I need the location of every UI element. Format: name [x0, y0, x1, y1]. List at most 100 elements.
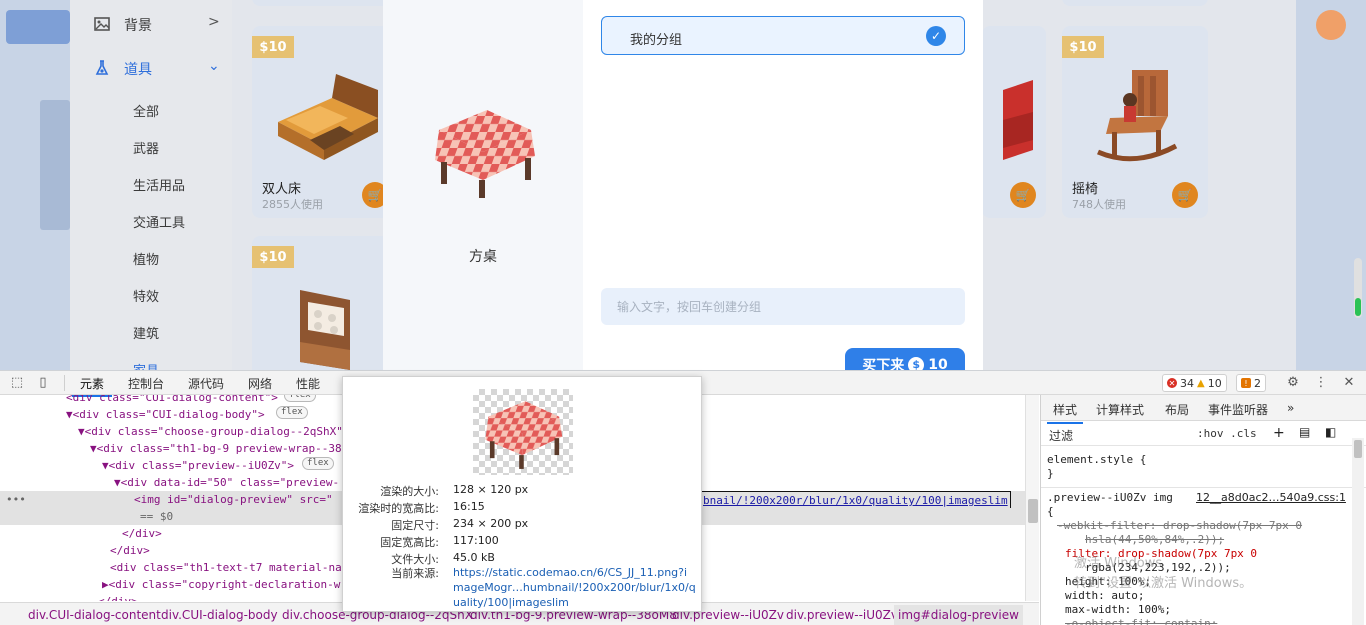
armchair-image: [1003, 80, 1033, 160]
choose-group-dialog: 方桌 我的分组 ✓ 买下来 $ 10: [383, 0, 983, 370]
chevron-right-icon: >: [208, 14, 220, 30]
tab-styles[interactable]: 样式: [1046, 401, 1084, 424]
square-table-thumbnail: [485, 401, 563, 469]
add-rule-icon[interactable]: +: [1273, 425, 1285, 441]
dom-node-text: <div class="th1-text-t7 material-nam: [110, 561, 349, 574]
flex-badge[interactable]: flex: [284, 395, 316, 402]
chevron-down-icon: ⌄: [208, 58, 220, 74]
sidebar-subitem-all[interactable]: 全部: [133, 101, 159, 120]
warning-icon: ▲: [1197, 377, 1205, 389]
item-name: 摇椅: [1072, 182, 1099, 197]
issue-count: 2: [1254, 376, 1261, 390]
dom-node-text: ▼<div data-id="50" class="preview-: [114, 476, 340, 489]
sidebar-subitem-weapons[interactable]: 武器: [133, 138, 159, 157]
element-style-rule[interactable]: element.style {}: [1047, 453, 1146, 481]
sidebar-subitem-daily[interactable]: 生活用品: [133, 175, 185, 194]
dom-tree-scrollbar[interactable]: [1025, 395, 1039, 601]
group-option-my-group[interactable]: 我的分组 ✓: [601, 16, 965, 55]
bed-image: [278, 74, 378, 160]
price-tag: $10: [252, 36, 294, 58]
coin-icon: $: [908, 357, 925, 370]
css-prop-width[interactable]: width: auto;: [1065, 589, 1144, 603]
dom-node-text: ▼<div class="th1-bg-9 preview-wrap--38: [90, 442, 342, 455]
tab-event-listeners[interactable]: 事件监听器: [1208, 401, 1268, 418]
image-preview-tooltip: 渲染的大小: 128 × 120 px 渲染时的宽高比: 16:15 固定尺寸: 23…: [342, 376, 702, 612]
tab-sources[interactable]: 源代码: [188, 375, 224, 392]
inspect-element-icon[interactable]: ⬚: [9, 375, 25, 391]
windows-activation-watermark: 激活 Windows: [1074, 556, 1163, 571]
dom-node-text: <div class="CUI-dialog-content">: [66, 395, 278, 404]
issue-icon: !: [1241, 378, 1251, 388]
sidebar-subitem-furniture[interactable]: 家具: [133, 360, 159, 370]
item-card-armchair[interactable]: 🛒: [982, 26, 1046, 218]
paint-icon[interactable]: ▤: [1299, 425, 1310, 439]
css-prop-max-width[interactable]: max-width: 100%;: [1065, 603, 1171, 617]
tab-elements[interactable]: 元素: [71, 375, 113, 397]
cart-icon[interactable]: 🛒: [1010, 182, 1036, 208]
item-users: 748人使用: [1072, 198, 1126, 211]
item-users: 2855人使用: [262, 198, 323, 211]
sidebar-toggle-icon[interactable]: ◧: [1325, 425, 1336, 439]
item-card[interactable]: [252, 0, 398, 6]
css-rule-selector[interactable]: .preview--iU0Zv img: [1047, 491, 1173, 505]
new-group-input[interactable]: [601, 288, 965, 325]
webpage-viewport: 背景 > 道具 ⌄ 全部 武器 生活用品 交通工具 植物 特效 建筑 家具 $1…: [0, 0, 1366, 370]
buy-button[interactable]: 买下来 $ 10: [845, 348, 965, 370]
styles-filter-bar: 过滤 :hov .cls + ▤ ◧: [1041, 422, 1366, 446]
flask-icon: [95, 60, 109, 75]
breadcrumb-item[interactable]: div.preview--iU0Zv: [786, 608, 898, 622]
flex-badge[interactable]: flex: [276, 406, 308, 419]
tab-layout[interactable]: 布局: [1165, 401, 1189, 418]
dom-node-text: ▼<div class="preview--iU0Zv">: [102, 459, 295, 472]
cabinet-image: [300, 290, 350, 370]
item-card-bed[interactable]: $10 双人床 2855人使用 🛒: [252, 26, 398, 218]
dom-node-text: ▼<div class="CUI-dialog-body">: [66, 408, 265, 421]
sidebar-item-props[interactable]: 道具 ⌄: [70, 53, 232, 83]
css-prop-webkit-filter[interactable]: -webkit-filter: drop-shadow(7px 7px 0: [1057, 519, 1302, 533]
error-count: 34: [1180, 376, 1194, 390]
breadcrumb-item[interactable]: div.CUI-dialog-body: [161, 608, 278, 622]
sidebar-subitem-plants[interactable]: 植物: [133, 249, 159, 268]
filter-input[interactable]: 过滤: [1049, 427, 1073, 444]
tab-performance[interactable]: 性能: [296, 375, 320, 392]
dom-node-text: == $0: [140, 510, 174, 523]
breadcrumb-item-current[interactable]: img#dialog-preview: [894, 605, 1023, 625]
error-warning-badge[interactable]: ✕ 34 ▲ 10: [1162, 374, 1227, 392]
dom-node-text: </div>: [98, 593, 138, 601]
user-avatar[interactable]: [1316, 10, 1346, 40]
windows-activation-watermark: 转到"设置"以激活 Windows。: [1074, 576, 1253, 591]
sidebar-subitem-vehicles[interactable]: 交通工具: [133, 212, 185, 231]
css-source-link[interactable]: 12__a8d0ac2…540a9.css:1: [1196, 491, 1346, 504]
cart-icon[interactable]: 🛒: [1172, 182, 1198, 208]
buy-button-price: 10: [928, 357, 948, 370]
css-prop-object-fit[interactable]: -o-object-fit: contain;: [1065, 617, 1217, 625]
sidebar-item-background[interactable]: 背景 >: [70, 9, 232, 39]
tab-computed[interactable]: 计算样式: [1096, 401, 1144, 418]
price-tag: $10: [252, 246, 294, 268]
sidebar-subitem-buildings[interactable]: 建筑: [133, 323, 159, 342]
item-card-cabinet[interactable]: $10: [252, 236, 398, 370]
dom-node-text: ▼<div class="choose-group-dialog--2qShX": [78, 425, 343, 438]
breadcrumb-item[interactable]: div.CUI-dialog-content: [28, 608, 161, 622]
item-card[interactable]: [1062, 0, 1208, 6]
source-url-link[interactable]: https://static.codemao.cn/6/CS_JJ_11.png…: [453, 565, 697, 610]
tab-console[interactable]: 控制台: [128, 375, 164, 392]
more-options-icon[interactable]: ⋮: [1313, 375, 1329, 391]
dom-node-text: </div>: [110, 544, 150, 557]
background-decoration: [40, 100, 70, 230]
gear-icon[interactable]: ⚙: [1285, 375, 1301, 391]
image-icon: [94, 17, 110, 31]
styles-scrollbar[interactable]: [1352, 438, 1364, 625]
device-toggle-icon[interactable]: ▯: [35, 375, 51, 391]
flex-badge[interactable]: flex: [302, 457, 334, 470]
ellipsis-icon: •••: [6, 493, 26, 506]
dom-node-text: </div>: [122, 527, 162, 540]
more-tabs-icon[interactable]: »: [1287, 401, 1294, 415]
item-card-rocking-chair[interactable]: $10 摇椅 748人使用 🛒: [1062, 26, 1208, 218]
tab-network[interactable]: 网络: [248, 375, 272, 392]
sidebar-subitem-effects[interactable]: 特效: [133, 286, 159, 305]
hov-cls-toggle[interactable]: :hov .cls: [1197, 427, 1257, 440]
close-icon[interactable]: ✕: [1341, 375, 1357, 391]
page-scrollbar[interactable]: [1354, 258, 1362, 318]
issues-badge[interactable]: ! 2: [1236, 374, 1266, 392]
